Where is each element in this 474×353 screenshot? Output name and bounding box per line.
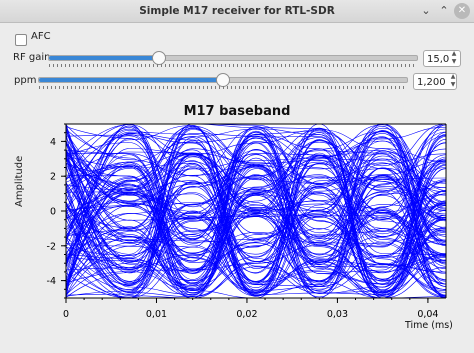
y-axis-label: Amplitude xyxy=(14,155,25,207)
x-axis-label: Time (ms) xyxy=(405,320,453,331)
rf-gain-label: RF gain xyxy=(13,52,51,63)
ppm-slider-handle[interactable] xyxy=(216,73,230,87)
y-tick-label: -2 xyxy=(47,241,56,252)
baseband-trace xyxy=(66,133,446,212)
maximize-button[interactable]: ⌃ xyxy=(436,3,452,19)
ppm-spin-buttons[interactable]: ▲ ▼ xyxy=(448,73,458,90)
window-title: Simple M17 receiver for RTL-SDR xyxy=(139,5,335,17)
close-button[interactable]: ✕ xyxy=(454,3,470,19)
ppm-label: ppm xyxy=(14,75,37,86)
ppm-slider-ticks xyxy=(39,86,405,89)
chart-title: M17 baseband xyxy=(183,104,291,119)
y-tick-label: 0 xyxy=(50,207,56,218)
baseband-trace xyxy=(66,150,446,298)
x-tick-label: 0,04 xyxy=(417,309,438,320)
rf-gain-slider-ticks xyxy=(49,64,415,67)
y-tick-label: 2 xyxy=(50,172,56,183)
baseband-trace xyxy=(66,151,446,298)
baseband-trace xyxy=(66,124,446,271)
afc-label: AFC xyxy=(31,31,51,42)
baseband-plot xyxy=(66,124,446,298)
y-tick-label: 4 xyxy=(50,137,56,148)
afc-checkbox[interactable] xyxy=(15,34,27,46)
ppm-slider[interactable] xyxy=(38,73,408,87)
rf-gain-spin-buttons[interactable]: ▲ ▼ xyxy=(449,50,459,67)
ppm-slider-fill xyxy=(39,78,223,82)
baseband-trace xyxy=(66,124,446,285)
x-tick-label: 0,01 xyxy=(146,309,167,320)
x-tick-label: 0,02 xyxy=(236,309,257,320)
y-tick-label: -4 xyxy=(47,276,56,287)
x-tick-label: 0 xyxy=(63,309,69,320)
rf-gain-slider-fill xyxy=(49,56,160,60)
baseband-trace xyxy=(66,152,446,296)
plot-area xyxy=(66,124,446,298)
minimize-button[interactable]: ⌄ xyxy=(418,3,434,19)
rf-gain-slider[interactable] xyxy=(48,51,418,65)
x-tick-label: 0,03 xyxy=(327,309,348,320)
rf-gain-slider-handle[interactable] xyxy=(152,51,167,65)
